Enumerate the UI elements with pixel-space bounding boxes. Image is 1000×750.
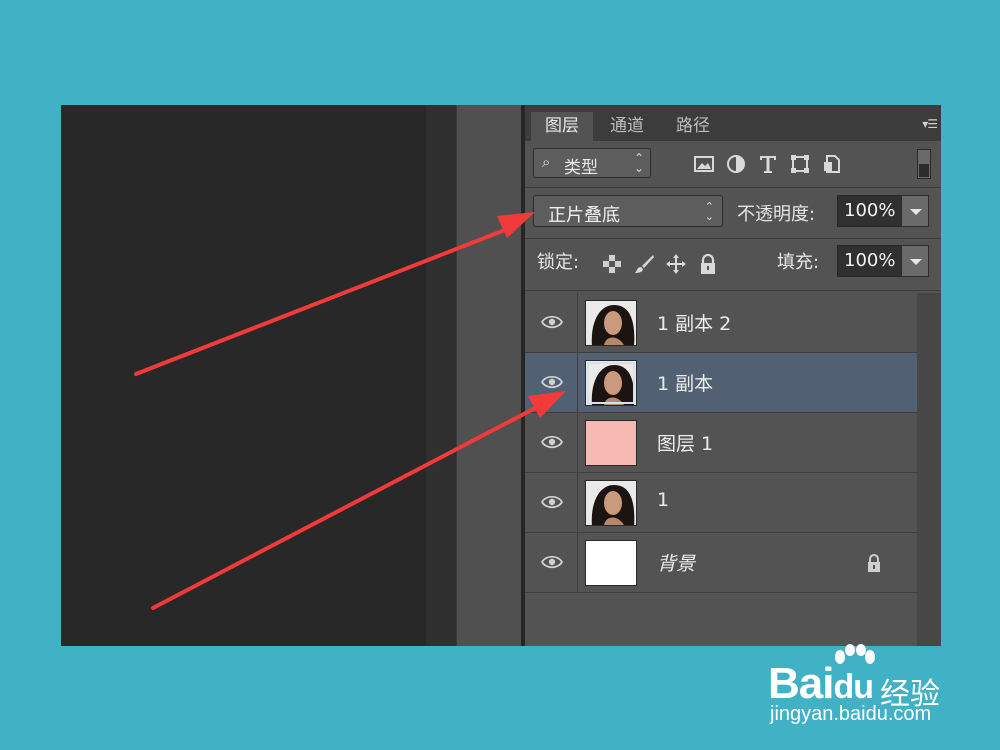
layer-thumbnail	[585, 360, 637, 406]
layer-name: 1 副本 2	[657, 313, 732, 335]
fill-label: 填充:	[777, 252, 820, 273]
document-canvas[interactable]	[61, 105, 426, 646]
tab-paths[interactable]: 路径	[663, 112, 723, 141]
layer-row[interactable]: 1 副本 2	[525, 293, 917, 353]
padlock-icon	[868, 554, 880, 572]
visibility-eye-icon[interactable]	[541, 314, 563, 330]
canvas-edge	[426, 105, 456, 646]
layer-name: 1	[657, 489, 670, 511]
chevron-updown-icon: ⌃ ⌄	[633, 151, 644, 175]
lock-all-icon[interactable]	[697, 253, 719, 275]
panel-menu-icon[interactable]: ▾☰	[922, 117, 938, 131]
smart-object-icon[interactable]	[821, 153, 843, 175]
blend-mode-value: 正片叠底	[548, 205, 620, 226]
filter-type-select[interactable]: ⌕ 类型 ⌃ ⌄	[533, 148, 651, 178]
layer-thumbnail	[585, 540, 637, 586]
opacity-label: 不透明度:	[737, 204, 816, 225]
fill-dropdown-button[interactable]	[901, 245, 929, 277]
tab-layers[interactable]: 图层	[531, 112, 593, 141]
opacity-dropdown-button[interactable]	[901, 195, 929, 227]
divider	[525, 290, 941, 291]
scroll-region	[456, 105, 521, 646]
layer-thumbnail	[585, 300, 637, 346]
panel-tabbar: 图层 通道 路径 ▾☰	[525, 105, 941, 141]
layers-panel: 图层 通道 路径 ▾☰ ⌕ 类型 ⌃ ⌄ 正片叠底 ⌃ ⌄ 不透明度: 100%…	[525, 105, 941, 646]
visibility-eye-icon[interactable]	[541, 434, 563, 450]
fill-input[interactable]: 100%	[837, 245, 903, 277]
type-T-icon[interactable]	[757, 153, 779, 175]
visibility-eye-icon[interactable]	[541, 554, 563, 570]
layer-row-background[interactable]: 背景	[525, 533, 917, 593]
layer-row[interactable]: 图层 1	[525, 413, 917, 473]
layer-name: 1 副本	[657, 373, 714, 395]
photoshop-screenshot: 图层 通道 路径 ▾☰ ⌕ 类型 ⌃ ⌄ 正片叠底 ⌃ ⌄ 不透明度: 100%…	[61, 105, 941, 646]
layer-row[interactable]: 1	[525, 473, 917, 533]
visibility-eye-icon[interactable]	[541, 374, 563, 390]
filter-toggle-switch[interactable]	[917, 149, 931, 179]
divider	[525, 187, 941, 188]
adjustment-circle-icon[interactable]	[725, 153, 747, 175]
opacity-input[interactable]: 100%	[837, 195, 903, 227]
filter-type-label: 类型	[564, 158, 598, 178]
layer-thumbnail	[585, 480, 637, 526]
layer-name: 图层 1	[657, 433, 714, 455]
layers-list: 1 副本 2 1 副本 图层 1 1 背景	[525, 293, 917, 646]
layers-scrollbar[interactable]	[917, 293, 941, 646]
baidu-jingyan-watermark: Baidu 经验 jingyan.baidu.com	[768, 644, 948, 735]
image-icon[interactable]	[693, 153, 715, 175]
blend-mode-select[interactable]: 正片叠底 ⌃ ⌄	[533, 195, 723, 227]
lock-transparent-icon[interactable]	[601, 253, 623, 275]
divider	[525, 238, 941, 239]
layer-name: 背景	[657, 553, 696, 575]
shape-transform-icon[interactable]	[789, 153, 811, 175]
lock-brush-icon[interactable]	[633, 253, 655, 275]
watermark-url: jingyan.baidu.com	[770, 703, 932, 725]
layer-thumbnail	[585, 420, 637, 466]
search-icon: ⌕	[542, 153, 551, 171]
chevron-updown-icon: ⌃ ⌄	[704, 200, 714, 223]
lock-label: 锁定:	[537, 252, 580, 273]
layer-row-selected[interactable]: 1 副本	[525, 353, 917, 413]
tab-channels[interactable]: 通道	[597, 112, 657, 141]
visibility-eye-icon[interactable]	[541, 494, 563, 510]
lock-move-icon[interactable]	[665, 253, 687, 275]
paw-icon	[835, 644, 875, 664]
